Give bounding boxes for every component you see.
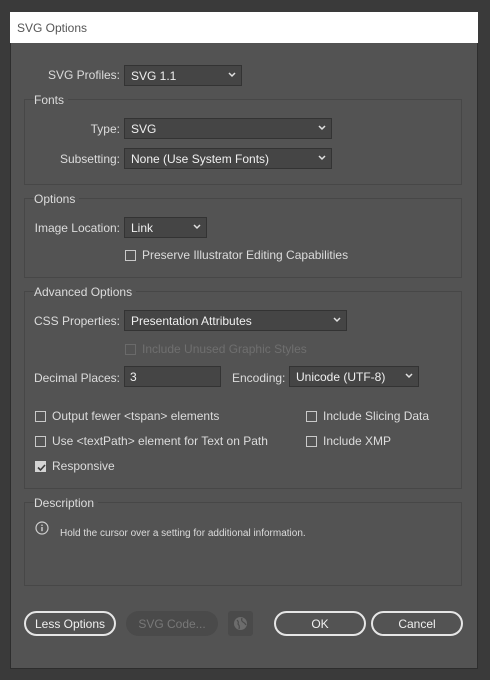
responsive-label: Responsive	[52, 459, 115, 473]
description-text: Hold the cursor over a setting for addit…	[60, 528, 306, 539]
checkbox-box-checked[interactable]	[35, 460, 46, 472]
css-properties-value: Presentation Attributes	[131, 314, 252, 328]
checkbox-box[interactable]	[35, 410, 46, 422]
css-properties-dropdown[interactable]: Presentation Attributes	[124, 310, 347, 331]
svg-profiles-value: SVG 1.1	[131, 69, 177, 83]
checkbox-box[interactable]	[306, 410, 317, 422]
subsetting-dropdown[interactable]: None (Use System Fonts)	[124, 148, 332, 169]
ok-button[interactable]: OK	[274, 611, 366, 636]
include-xmp-checkbox[interactable]: Include XMP	[306, 434, 391, 448]
checkbox-box[interactable]	[306, 435, 317, 447]
description-section-title: Description	[34, 496, 99, 510]
include-unused-styles-checkbox: Include Unused Graphic Styles	[125, 342, 307, 356]
subsetting-value: None (Use System Fonts)	[131, 152, 270, 166]
advanced-options-section-title: Advanced Options	[34, 285, 137, 299]
image-location-dropdown[interactable]: Link	[124, 217, 207, 238]
checkbox-box[interactable]	[35, 435, 46, 447]
fonts-section-title: Fonts	[34, 93, 69, 107]
preserve-editing-checkbox[interactable]: Preserve Illustrator Editing Capabilitie…	[125, 248, 348, 262]
fonts-panel	[24, 99, 462, 185]
font-type-value: SVG	[131, 122, 157, 136]
chevron-down-icon	[318, 155, 326, 162]
subsetting-label: Subsetting:	[59, 152, 120, 166]
include-xmp-label: Include XMP	[323, 434, 392, 448]
decimal-places-input[interactable]: 3	[124, 366, 221, 387]
encoding-label: Encoding:	[232, 371, 286, 385]
chevron-down-icon	[333, 317, 341, 324]
encoding-dropdown[interactable]: Unicode (UTF-8)	[289, 366, 419, 387]
globe-icon	[234, 617, 247, 630]
chevron-down-icon	[193, 224, 201, 231]
dialog-title: SVG Options	[10, 12, 478, 43]
decimal-places-label: Decimal Places:	[33, 371, 120, 385]
less-options-button[interactable]: Less Options	[24, 611, 116, 636]
type-label: Type:	[90, 122, 120, 136]
fewer-tspan-label: Output fewer <tspan> elements	[52, 409, 220, 423]
cancel-button[interactable]: Cancel	[371, 611, 463, 636]
options-panel	[24, 198, 462, 278]
preserve-editing-label: Preserve Illustrator Editing Capabilitie…	[142, 248, 349, 262]
checkbox-box[interactable]	[125, 249, 136, 261]
chevron-down-icon	[405, 373, 413, 380]
css-properties-label: CSS Properties:	[33, 314, 120, 328]
include-slicing-data-checkbox[interactable]: Include Slicing Data	[306, 409, 429, 423]
options-section-title: Options	[34, 192, 80, 206]
checkbox-box	[125, 343, 136, 355]
checkmark-icon	[37, 463, 46, 471]
svg-profiles-label: SVG Profiles:	[47, 68, 120, 82]
globe-button	[228, 611, 253, 636]
image-location-value: Link	[131, 221, 154, 235]
textpath-checkbox[interactable]: Use <textPath> element for Text on Path	[35, 434, 268, 448]
info-icon	[35, 521, 49, 538]
description-panel	[24, 502, 462, 586]
responsive-checkbox[interactable]: Responsive	[35, 459, 115, 473]
include-slicing-data-label: Include Slicing Data	[323, 409, 430, 423]
image-location-label: Image Location:	[34, 221, 120, 235]
chevron-down-icon	[228, 72, 236, 79]
font-type-dropdown[interactable]: SVG	[124, 118, 332, 139]
textpath-label: Use <textPath> element for Text on Path	[52, 434, 268, 448]
include-unused-styles-label: Include Unused Graphic Styles	[142, 342, 307, 356]
chevron-down-icon	[318, 125, 326, 132]
encoding-value: Unicode (UTF-8)	[296, 370, 386, 384]
svg-profiles-dropdown[interactable]: SVG 1.1	[124, 65, 242, 86]
fewer-tspan-checkbox[interactable]: Output fewer <tspan> elements	[35, 409, 219, 423]
svg-code-button: SVG Code...	[126, 611, 218, 636]
